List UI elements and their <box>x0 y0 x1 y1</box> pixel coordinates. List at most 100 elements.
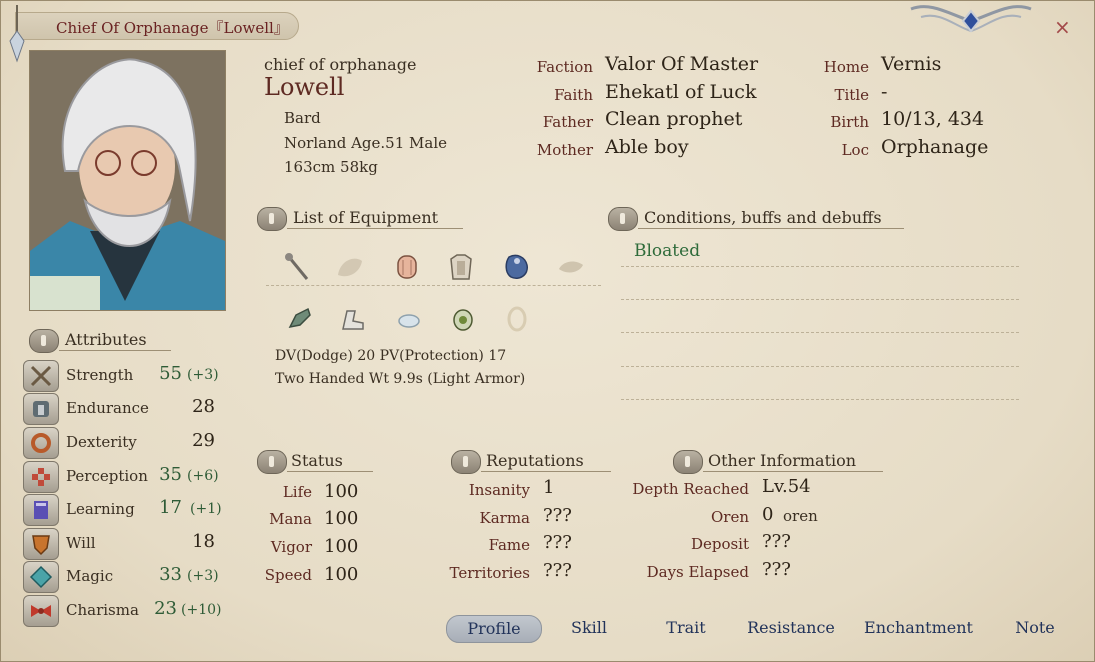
attribute-value-strength: 55 <box>159 363 182 384</box>
vigor-label: Vigor <box>270 538 312 556</box>
pouch-icon[interactable] <box>447 303 479 335</box>
book-icon <box>23 494 59 526</box>
section-marker-icon <box>29 329 59 353</box>
life-value: 100 <box>324 481 359 502</box>
mana-value: 100 <box>324 508 359 529</box>
section-marker-icon <box>608 207 638 231</box>
deposit-value: ??? <box>762 531 791 552</box>
character-height-weight: 163cm 58kg <box>284 158 378 176</box>
mother-value: Able boy <box>605 136 689 158</box>
title-value: - <box>881 81 888 103</box>
eye-icon <box>23 461 59 493</box>
father-label: Father <box>542 113 593 131</box>
oren-value: 0 <box>762 504 774 525</box>
attribute-name-charisma: Charisma <box>66 601 139 619</box>
deposit-label: Deposit <box>690 535 749 553</box>
depth-reached-label: Depth Reached <box>632 480 749 498</box>
character-alias: chief of orphanage <box>264 55 417 74</box>
attribute-value-endurance: 28 <box>192 396 215 417</box>
ring-icon <box>23 427 59 459</box>
character-portrait <box>29 50 226 311</box>
character-class: Bard <box>284 109 321 127</box>
other-information-heading: Other Information <box>673 450 887 474</box>
attribute-value-perception: 35 <box>159 464 182 485</box>
ornament-crest-icon <box>910 5 1032 33</box>
condition-item: Bloated <box>634 241 701 261</box>
birth-label: Birth <box>830 113 869 131</box>
attribute-bonus-magic: (+3) <box>187 568 219 584</box>
staff-icon[interactable] <box>281 251 313 283</box>
insanity-value: 1 <box>543 477 555 498</box>
fame-label: Fame <box>488 536 530 554</box>
attribute-name-endurance: Endurance <box>66 399 149 417</box>
attribute-bonus-strength: (+3) <box>187 367 219 383</box>
home-value: Vernis <box>881 53 942 75</box>
section-marker-icon <box>257 450 287 474</box>
speed-value: 100 <box>324 564 359 585</box>
attribute-value-learning: 17 <box>159 497 182 518</box>
body-armor-icon[interactable] <box>445 251 477 283</box>
attribute-bonus-perception: (+6) <box>187 468 219 484</box>
attribute-name-learning: Learning <box>66 500 135 518</box>
tab-skill[interactable]: Skill <box>559 615 619 641</box>
tab-trait[interactable]: Trait <box>656 615 716 641</box>
shield-icon <box>23 528 59 560</box>
reputations-heading: Reputations <box>451 450 615 474</box>
character-sheet-window: Chief Of Orphanage『Lowell』 × chief of or… <box>0 0 1095 662</box>
tab-resistance[interactable]: Resistance <box>746 615 836 641</box>
home-label: Home <box>823 58 869 76</box>
father-value: Clean prophet <box>605 108 743 130</box>
faith-value: Ehekatl of Luck <box>605 81 757 103</box>
window-title: Chief Of Orphanage『Lowell』 <box>56 19 289 37</box>
territories-label: Territories <box>449 564 530 582</box>
boots-icon[interactable] <box>337 303 369 335</box>
conditions-heading: Conditions, buffs and debuffs <box>608 207 908 231</box>
section-marker-icon <box>257 207 287 231</box>
fame-value: ??? <box>543 532 572 553</box>
mother-label: Mother <box>536 141 593 159</box>
tab-enchantment[interactable]: Enchantment <box>861 615 976 641</box>
attribute-value-will: 18 <box>192 531 215 552</box>
faction-value: Valor Of Master <box>605 53 759 75</box>
section-marker-icon <box>451 450 481 474</box>
empty-slot-icon[interactable] <box>334 251 366 283</box>
amulet-icon[interactable] <box>393 303 425 335</box>
karma-value: ??? <box>543 505 572 526</box>
tab-profile[interactable]: Profile <box>446 615 542 643</box>
mana-label: Mana <box>269 510 312 528</box>
ribbon-icon <box>23 595 59 627</box>
dv-pv-text: DV(Dodge) 20 PV(Protection) 17 <box>275 348 507 364</box>
character-name: Lowell <box>264 73 345 101</box>
oren-unit: oren <box>783 507 818 525</box>
armor-icon <box>23 393 59 425</box>
vigor-value: 100 <box>324 536 359 557</box>
faith-label: Faith <box>554 86 593 104</box>
karma-label: Karma <box>479 509 531 527</box>
attribute-bonus-learning: (+1) <box>190 501 222 517</box>
attribute-name-magic: Magic <box>66 567 114 585</box>
oren-label: Oren <box>710 508 749 526</box>
window-title-tab: Chief Of Orphanage『Lowell』 <box>15 12 299 40</box>
crystal-icon <box>23 561 59 593</box>
depth-reached-value: Lv.54 <box>762 476 811 497</box>
section-marker-icon <box>673 450 703 474</box>
territories-value: ??? <box>543 560 572 581</box>
location-label: Loc <box>841 141 869 159</box>
empty-slot-icon[interactable] <box>555 251 587 283</box>
helmet-icon[interactable] <box>391 251 423 283</box>
birth-value: 10/13, 434 <box>881 108 985 130</box>
faction-label: Faction <box>536 58 593 76</box>
attribute-value-charisma: 23 <box>154 598 177 619</box>
attribute-name-will: Will <box>66 534 96 552</box>
close-button[interactable]: × <box>1054 15 1071 39</box>
cloak-icon[interactable] <box>501 251 533 283</box>
attributes-heading: Attributes <box>29 329 229 353</box>
days-elapsed-value: ??? <box>762 559 791 580</box>
attribute-name-strength: Strength <box>66 366 134 384</box>
tab-note[interactable]: Note <box>1006 615 1064 641</box>
status-heading: Status <box>257 450 377 474</box>
gloves-icon[interactable] <box>284 303 316 335</box>
insanity-label: Insanity <box>468 481 530 499</box>
ring-slot-icon[interactable] <box>501 303 533 335</box>
location-value: Orphanage <box>881 136 989 158</box>
